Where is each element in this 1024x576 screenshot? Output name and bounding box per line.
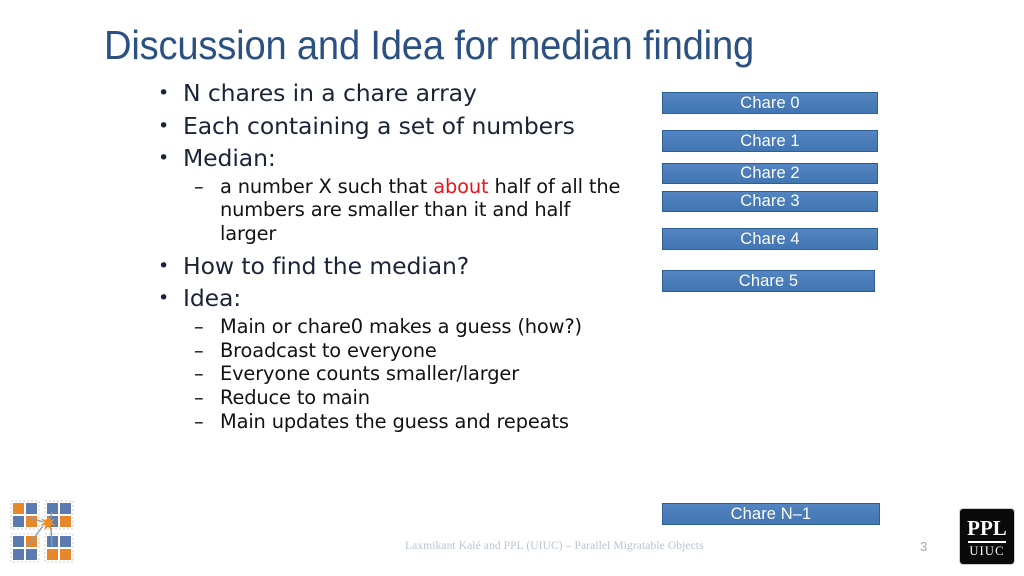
sub-list-item: – Reduce to main [152,386,622,410]
list-item-text: Idea: [183,284,242,313]
dash-marker-icon: – [194,386,204,410]
chare-box: Chare 1 [662,130,878,152]
page-number: 3 [920,539,928,554]
sub-list-item-text: Everyone counts smaller/larger [220,362,520,386]
ppl-uiuc-logo: PPL UIUC [959,508,1015,565]
list-item-text: N chares in a chare array [183,79,477,107]
list-item: • Idea: [152,282,622,315]
sub-list-item-text: Main updates the guess and repeats [220,410,569,434]
dash-marker-icon: – [194,338,204,362]
charm-grid-logo [10,500,82,566]
list-item: • N chares in a chare array [152,77,622,110]
highlighted-word: about [433,174,489,198]
sub-list-item: – Main or chare0 makes a guess (how?) [152,315,622,339]
chare-box: Chare 0 [662,92,878,114]
sub-list-item: – Main updates the guess and repeats [152,410,622,434]
slide-root: Discussion and Idea for median finding •… [0,0,1024,576]
sub-list-item-text: Reduce to main [220,386,370,410]
list-item-text: Median: [183,144,276,172]
dash-marker-icon: – [194,174,204,198]
chare-box: Chare 3 [662,191,878,212]
sub-list-item-text: Main or chare0 makes a guess (how?) [220,314,582,338]
dash-marker-icon: – [194,410,204,434]
bullet-marker-icon: • [158,82,170,104]
list-item: • Median: [152,142,622,175]
chare-box: Chare 4 [662,228,878,250]
bullet-marker-icon: • [158,287,170,310]
sub-list-item-text-before: a number X such that [220,174,434,198]
chare-box: Chare N–1 [662,503,880,525]
sub-list-item: – Broadcast to everyone [152,339,622,363]
footer-attribution: Laxmikant Kalé and PPL (UIUC) – Parallel… [405,540,704,552]
ppl-logo-divider [968,540,1006,543]
bullet-list: • N chares in a chare array • Each conta… [152,77,622,434]
sub-list-item-text: Broadcast to everyone [220,338,437,362]
page-title: Discussion and Idea for median finding [104,22,755,68]
ppl-logo-bottom-text: UIUC [969,543,1005,558]
dash-marker-icon: – [194,314,204,338]
bullet-marker-icon: • [158,147,170,169]
sub-list-item: – a number X such that about half of all… [152,175,622,246]
list-item-text: How to find the median? [183,251,470,280]
list-item: • Each containing a set of numbers [152,110,622,143]
ppl-logo-top-text: PPL [967,515,1007,540]
list-item-text: Each containing a set of numbers [183,111,575,140]
bullet-marker-icon: • [158,114,170,137]
chare-box: Chare 2 [662,163,878,184]
sub-list-item: – Everyone counts smaller/larger [152,362,622,386]
dash-marker-icon: – [194,362,204,386]
bullet-marker-icon: • [158,254,170,277]
list-item: • How to find the median? [152,250,622,283]
chare-box: Chare 5 [662,270,875,292]
